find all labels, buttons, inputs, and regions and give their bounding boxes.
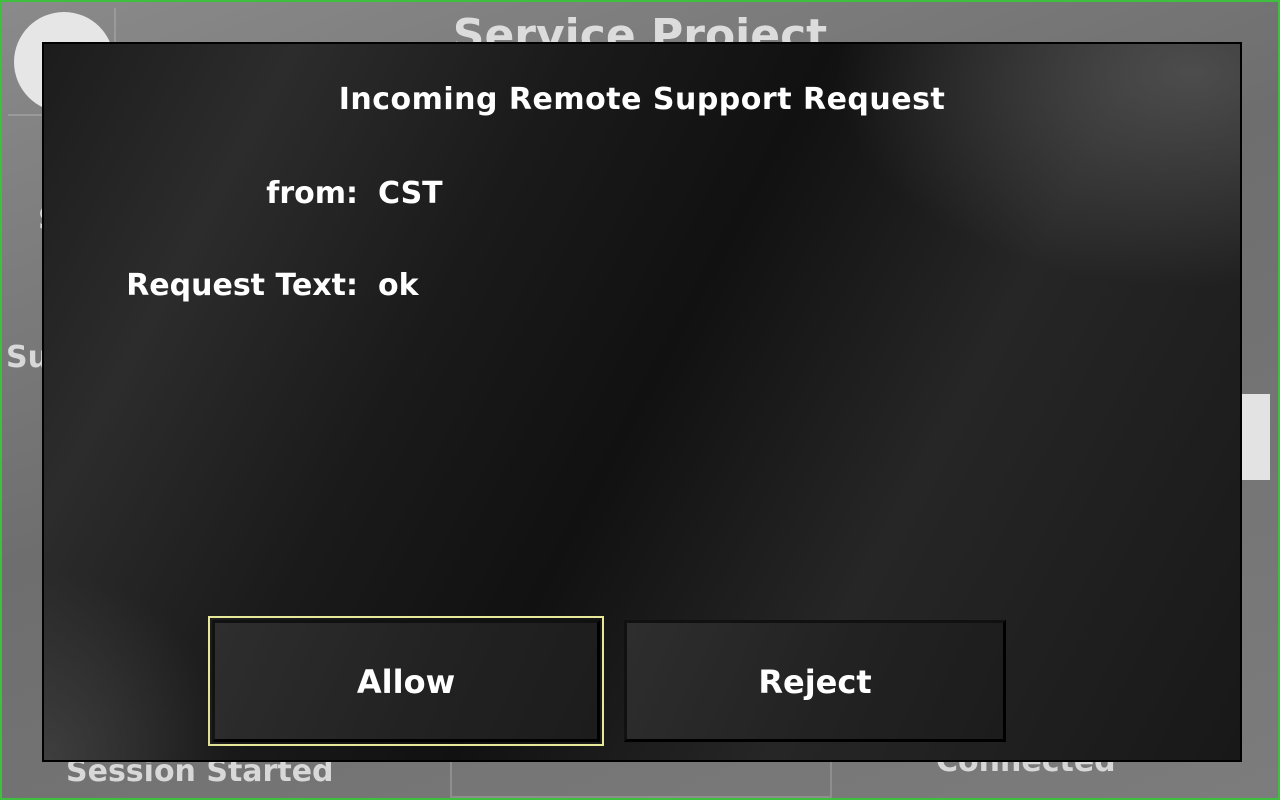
allow-button[interactable]: Allow <box>208 616 604 746</box>
request-text-row: Request Text: ok <box>44 266 1240 306</box>
from-label: from: <box>266 176 358 211</box>
from-value: CST <box>378 176 443 211</box>
remote-support-dialog: Incoming Remote Support Request from: CS… <box>42 42 1242 762</box>
reject-button[interactable]: Reject <box>624 620 1006 742</box>
device-screen: Service Project S Su Session Started Con… <box>0 0 1280 800</box>
dialog-title: Incoming Remote Support Request <box>338 82 946 117</box>
request-text-label: Request Text: <box>126 268 358 303</box>
request-text-value: ok <box>378 268 419 303</box>
from-row: from: CST <box>44 174 1240 214</box>
status-bar-middle <box>450 758 832 798</box>
